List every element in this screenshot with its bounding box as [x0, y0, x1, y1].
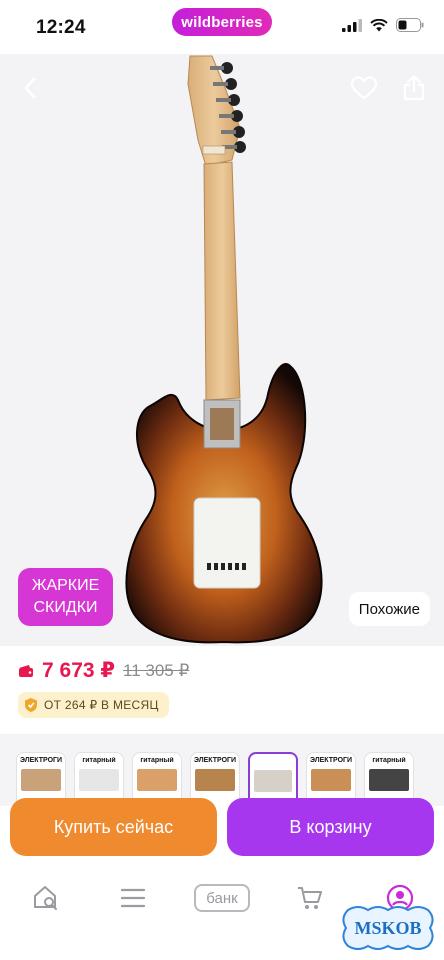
price-row: 7 673 ₽ 11 305 ₽: [18, 658, 189, 683]
thumbnail-image: [254, 770, 292, 792]
favorite-button[interactable]: [344, 68, 384, 108]
thumbnail-label: гитарный: [140, 757, 174, 764]
buy-now-button[interactable]: Купить сейчас: [10, 798, 217, 856]
promo-badge[interactable]: ЖАРКИЕ СКИДКИ: [18, 568, 113, 626]
bank-label: банк: [194, 884, 250, 912]
installment-text: ОТ 264 ₽ В МЕСЯЦ: [44, 698, 159, 712]
nav-cart[interactable]: [290, 878, 330, 918]
chevron-left-icon: [24, 77, 36, 99]
thumbnail-label: ЭЛЕКТРОГИТАРА: [310, 757, 352, 764]
home-search-icon: [34, 886, 57, 910]
brand-logo: wildberries: [172, 8, 272, 36]
thumbnail-label: ЭЛЕКТРОГИТАРА: [194, 757, 236, 764]
guitar-image: [125, 55, 323, 644]
share-button[interactable]: [394, 68, 434, 108]
status-time: 12:24: [36, 17, 86, 38]
thumbnail-label: гитарный: [82, 757, 116, 764]
price-block: 7 673 ₽ 11 305 ₽ ОТ 264 ₽ В МЕСЯЦ: [0, 646, 444, 734]
share-icon: [403, 75, 425, 101]
installment-badge[interactable]: ОТ 264 ₽ В МЕСЯЦ: [18, 692, 169, 718]
promo-badge-line2: СКИДКИ: [33, 599, 98, 616]
wallet-icon: [19, 664, 33, 677]
thumbnail-image: [195, 769, 235, 791]
back-button[interactable]: [10, 68, 50, 108]
thumbnail-image: [21, 769, 61, 791]
nav-bank[interactable]: банк: [194, 878, 250, 918]
heart-icon: [351, 76, 377, 100]
thumbnail-image: [79, 769, 119, 791]
thumbnail-label: гитарный: [372, 757, 406, 764]
add-to-cart-button[interactable]: В корзину: [227, 798, 434, 856]
product-gallery[interactable]: [0, 54, 444, 646]
watermark: MSKOB: [338, 904, 438, 952]
thumbnail-image: [369, 769, 409, 791]
similar-button[interactable]: Похожие: [348, 592, 430, 626]
status-icons: [342, 18, 424, 32]
nav-catalog[interactable]: [113, 878, 153, 918]
thumbnail-label: ЭЛЕКТРОГИТАРА: [20, 757, 62, 764]
promo-badge-line1: ЖАРКИЕ: [31, 577, 100, 594]
signal-icon: [342, 18, 362, 32]
watermark-badge: MSKOB: [342, 906, 434, 950]
wifi-icon: [370, 18, 388, 31]
old-price: 11 305 ₽: [123, 660, 190, 680]
cart-icon: [298, 887, 322, 909]
status-bar: 12:24 wildberries: [0, 0, 444, 54]
thumbnail-image: [311, 769, 351, 791]
current-price: 7 673 ₽: [42, 659, 115, 682]
battery-icon: [396, 18, 424, 32]
menu-icon: [120, 888, 146, 908]
thumbnail-image: [137, 769, 177, 791]
shield-icon: [25, 698, 37, 712]
nav-home[interactable]: [26, 878, 66, 918]
action-row: Купить сейчас В корзину: [0, 796, 444, 860]
watermark-text: MSKOB: [354, 918, 421, 938]
